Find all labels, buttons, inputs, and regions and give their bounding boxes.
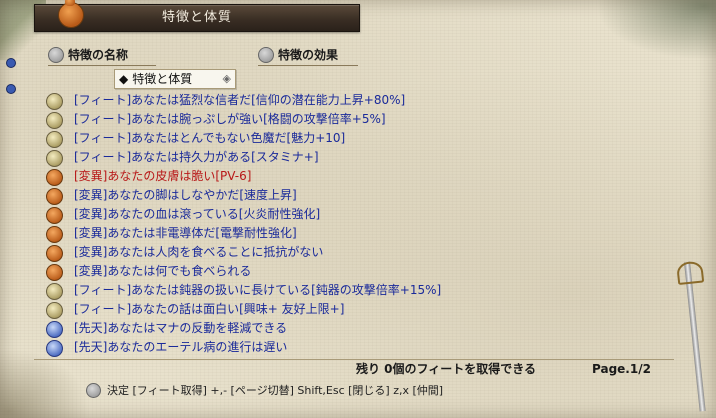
trait-text: [フィート]あなたは鈍器の扱いに長けている[鈍器の攻撃倍率+15%] [74,283,442,297]
page-indicator: Page.1/2 [592,362,651,376]
gear-icon: ◈ [222,72,231,85]
mutation-icon [46,245,63,262]
trait-text: [変異]あなたの血は滾っている[火炎耐性強化] [74,207,321,221]
column-header-name-label: 特徴の名称 [68,48,129,62]
trait-text: [フィート]あなたの話は面白い[興味+ 友好上限+] [74,302,345,316]
diamond-icon: ◆ [119,72,129,86]
trait-row[interactable]: [変異]あなたは非電導体だ[電撃耐性強化] [46,224,686,243]
mutation-icon [46,169,63,186]
hint-pill-icon [86,382,101,398]
key-hint-text: 決定 [フィート取得] +,- [ページ切替] Shift,Esc [閉じる] … [107,384,444,397]
trait-row[interactable]: [先天]あなたのエーテル病の進行は遅い [46,338,686,357]
category-filter[interactable]: ◆ 特徴と体質 ◈ [114,69,236,89]
trait-row[interactable]: [フィート]あなたの話は面白い[興味+ 友好上限+] [46,300,686,319]
feat-icon [46,131,63,148]
trait-row[interactable]: [変異]あなたの皮膚は脆い[PV-6] [46,167,686,186]
column-underline [258,65,358,66]
trait-row[interactable]: [変異]あなたは人肉を食べることに抵抗がない [46,243,686,262]
column-header-effect[interactable]: 特徴の効果 [258,46,358,66]
column-pill-icon [48,46,64,63]
trait-list: [フィート]あなたは猛烈な信者だ[信仰の潜在能力上昇+80%] [フィート]あなた… [46,91,686,357]
footer-divider [34,359,674,360]
trait-text: [変異]あなたの皮膚は脆い[PV-6] [74,169,252,183]
trait-row[interactable]: [フィート]あなたは鈍器の扱いに長けている[鈍器の攻撃倍率+15%] [46,281,686,300]
remaining-feats: 残り 0個のフィートを取得できる [356,362,537,376]
trait-text: [変異]あなたは何でも食べられる [74,264,252,278]
trait-text: [フィート]あなたは腕っぷしが強い[格闘の攻撃倍率+5%] [74,112,386,126]
trait-text: [フィート]あなたはとんでもない色魔だ[魅力+10] [74,131,346,145]
trait-row[interactable]: [フィート]あなたは持久力がある[スタミナ+] [46,148,686,167]
trait-text: [変異]あなたの脚はしなやかだ[速度上昇] [74,188,297,202]
column-header-effect-label: 特徴の効果 [278,48,339,62]
mutation-icon [46,226,63,243]
trait-text: [フィート]あなたは猛烈な信者だ[信仰の潜在能力上昇+80%] [74,93,406,107]
trait-row[interactable]: [フィート]あなたはとんでもない色魔だ[魅力+10] [46,129,686,148]
putit-mascot-icon [58,0,84,28]
pin-icon [6,84,16,94]
trait-row[interactable]: [変異]あなたの脚はしなやかだ[速度上昇] [46,186,686,205]
trait-row[interactable]: [フィート]あなたは腕っぷしが強い[格闘の攻撃倍率+5%] [46,110,686,129]
mutation-icon [46,207,63,224]
innate-icon [46,321,63,338]
trait-text: [先天]あなたのエーテル病の進行は遅い [74,340,288,354]
feat-icon [46,150,63,167]
trait-row[interactable]: [変異]あなたの血は滾っている[火炎耐性強化] [46,205,686,224]
trait-row[interactable]: [フィート]あなたは猛烈な信者だ[信仰の潜在能力上昇+80%] [46,91,686,110]
pin-icon [6,58,16,68]
column-underline [48,65,156,66]
trait-row[interactable]: [変異]あなたは何でも食べられる [46,262,686,281]
column-pill-icon [258,46,274,63]
column-header-name[interactable]: 特徴の名称 [48,46,156,66]
trait-text: [先天]あなたはマナの反動を軽減できる [74,321,288,335]
mutation-icon [46,188,63,205]
trait-text: [フィート]あなたは持久力がある[スタミナ+] [74,150,319,164]
key-hint-bar: 決定 [フィート取得] +,- [ページ切替] Shift,Esc [閉じる] … [86,382,443,400]
feat-icon [46,93,63,110]
trait-text: [変異]あなたは人肉を食べることに抵抗がない [74,245,324,259]
mutation-icon [46,264,63,281]
branch-decoration [596,0,716,60]
feat-icon [46,302,63,319]
innate-icon [46,340,63,357]
trait-row[interactable]: [先天]あなたはマナの反動を軽減できる [46,319,686,338]
category-filter-label: 特徴と体質 [132,72,193,86]
trait-text: [変異]あなたは非電導体だ[電撃耐性強化] [74,226,297,240]
feat-icon [46,283,63,300]
feat-icon [46,112,63,129]
